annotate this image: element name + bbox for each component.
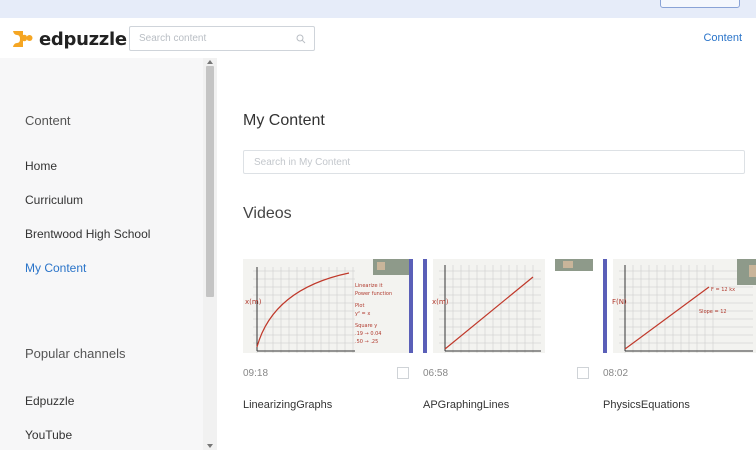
- video-duration: 06:58: [423, 368, 449, 379]
- scroll-up-arrow-icon[interactable]: [207, 60, 213, 64]
- video-card[interactable]: x(m) 06:58 APGraphingLines: [423, 259, 593, 419]
- page-title: My Content: [243, 112, 325, 129]
- video-card[interactable]: x(m) Linearize it Power function Plot y²…: [243, 259, 413, 419]
- svg-text:x(m): x(m): [432, 298, 449, 306]
- banner-button[interactable]: [660, 0, 740, 8]
- video-title[interactable]: APGraphingLines: [423, 399, 509, 411]
- svg-text:x(m): x(m): [245, 298, 262, 306]
- sidebar-heading-content: Content: [25, 113, 71, 128]
- svg-text:F(N): F(N): [612, 298, 627, 306]
- video-duration: 09:18: [243, 368, 269, 379]
- sidebar-item-curriculum[interactable]: Curriculum: [25, 193, 83, 207]
- global-search-input[interactable]: [130, 27, 290, 50]
- video-thumbnail[interactable]: F(N) F = 12 kx Slope = 12: [603, 259, 756, 353]
- video-select-checkbox[interactable]: [397, 367, 409, 379]
- main-content: My Content Videos: [217, 58, 756, 450]
- logo-text: edpuzzle: [39, 28, 127, 50]
- video-select-checkbox[interactable]: [577, 367, 589, 379]
- graph-paper-thumbnail-image: x(m): [423, 259, 593, 353]
- sidebar-item-home[interactable]: Home: [25, 159, 57, 173]
- sidebar-channel-youtube[interactable]: YouTube: [25, 428, 72, 442]
- edpuzzle-logo[interactable]: edpuzzle: [10, 27, 127, 51]
- svg-text:y² = x: y² = x: [355, 311, 370, 317]
- top-bar: edpuzzle Content: [0, 18, 756, 58]
- scroll-down-arrow-icon[interactable]: [207, 444, 213, 448]
- sidebar-item-my-content[interactable]: My Content: [25, 261, 86, 275]
- svg-text:.19 → 0.04: .19 → 0.04: [355, 331, 381, 337]
- video-duration: 08:02: [603, 368, 629, 379]
- sidebar: Content Home Curriculum Brentwood High S…: [0, 58, 217, 450]
- scrollbar-thumb[interactable]: [206, 66, 214, 297]
- sidebar-channel-edpuzzle[interactable]: Edpuzzle: [25, 394, 74, 408]
- svg-text:Power function: Power function: [355, 291, 392, 297]
- svg-text:.50 → .25: .50 → .25: [355, 339, 378, 345]
- video-thumbnail[interactable]: x(m) Linearize it Power function Plot y²…: [243, 259, 413, 353]
- my-content-search[interactable]: [243, 150, 745, 174]
- video-title[interactable]: PhysicsEquations: [603, 399, 690, 411]
- svg-text:F = 12 kx: F = 12 kx: [711, 287, 735, 293]
- global-search[interactable]: [129, 26, 315, 51]
- sidebar-scrollbar[interactable]: [203, 58, 217, 450]
- svg-text:Slope = 12: Slope = 12: [699, 309, 727, 315]
- content-nav-link[interactable]: Content: [703, 32, 742, 44]
- video-title[interactable]: LinearizingGraphs: [243, 399, 332, 411]
- graph-paper-thumbnail-image: x(m) Linearize it Power function Plot y²…: [243, 259, 413, 353]
- sidebar-heading-popular-channels: Popular channels: [25, 346, 126, 361]
- notification-banner: [0, 0, 756, 18]
- puzzle-logo-icon: [13, 31, 33, 47]
- search-icon[interactable]: [296, 34, 306, 44]
- video-thumbnail[interactable]: x(m): [423, 259, 593, 353]
- svg-text:Plot: Plot: [355, 303, 364, 309]
- graph-paper-thumbnail-image: F(N) F = 12 kx Slope = 12: [603, 259, 756, 353]
- svg-text:Square y: Square y: [355, 323, 377, 329]
- section-title-videos: Videos: [243, 205, 292, 222]
- svg-text:Linearize it: Linearize it: [355, 283, 383, 289]
- sidebar-item-brentwood-high-school[interactable]: Brentwood High School: [25, 227, 150, 241]
- video-card[interactable]: F(N) F = 12 kx Slope = 12 08:02 PhysicsE…: [603, 259, 756, 419]
- my-content-search-input[interactable]: [244, 151, 724, 173]
